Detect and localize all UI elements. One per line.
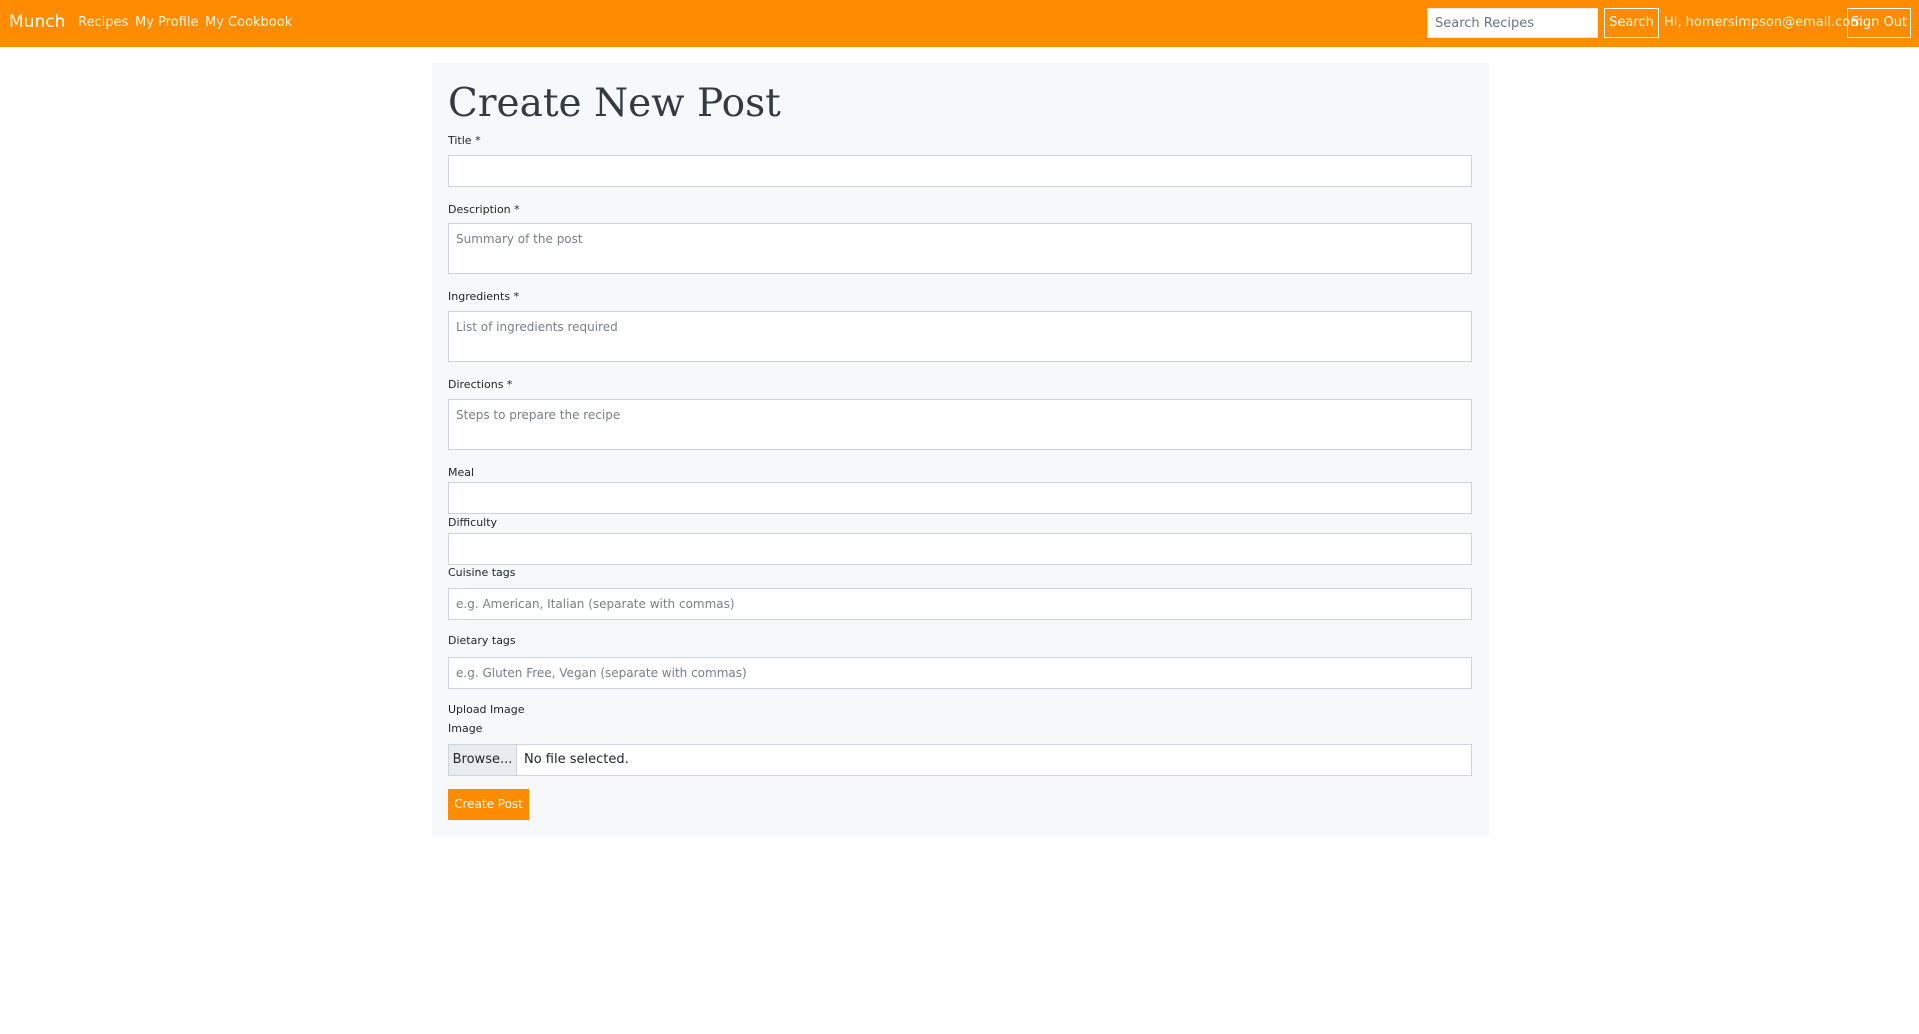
nav-link-my-profile[interactable]: My Profile [135, 15, 198, 31]
create-post-button[interactable]: Create Post [448, 789, 529, 820]
description-label: Description * [448, 203, 520, 216]
browse-button[interactable]: Browse... [449, 745, 517, 775]
file-status-text: No file selected. [524, 752, 629, 767]
title-input[interactable] [448, 155, 1472, 187]
search-input[interactable] [1427, 8, 1598, 38]
upload-image-heading: Upload Image [448, 703, 525, 716]
image-file-input[interactable]: Browse... No file selected. [448, 744, 1472, 776]
top-navbar: Munch Recipes My Profile My Cookbook Sea… [0, 0, 1919, 47]
nav-link-recipes[interactable]: Recipes [78, 15, 128, 31]
sign-out-button[interactable]: Sign Out [1847, 8, 1911, 38]
directions-label: Directions * [448, 378, 513, 391]
user-greeting: Hi, homersimpson@email.com [1664, 15, 1863, 30]
meal-input[interactable] [448, 482, 1472, 514]
create-post-panel: Create New Post Title * Description * In… [432, 63, 1489, 836]
description-textarea[interactable] [448, 223, 1472, 274]
directions-textarea[interactable] [448, 399, 1472, 450]
ingredients-textarea[interactable] [448, 311, 1472, 362]
difficulty-input[interactable] [448, 533, 1472, 565]
nav-link-my-cookbook[interactable]: My Cookbook [205, 15, 292, 31]
ingredients-label: Ingredients * [448, 290, 520, 303]
meal-label: Meal [448, 466, 475, 479]
search-button[interactable]: Search [1604, 8, 1659, 38]
cuisine-tags-label: Cuisine tags [448, 566, 516, 579]
dietary-tags-label: Dietary tags [448, 634, 516, 647]
title-label: Title * [448, 134, 481, 147]
brand-logo[interactable]: Munch [9, 11, 65, 33]
image-label: Image [448, 722, 483, 735]
dietary-tags-input[interactable] [448, 657, 1472, 689]
difficulty-label: Difficulty [448, 516, 498, 529]
page-title: Create New Post [448, 81, 781, 126]
cuisine-tags-input[interactable] [448, 588, 1472, 620]
